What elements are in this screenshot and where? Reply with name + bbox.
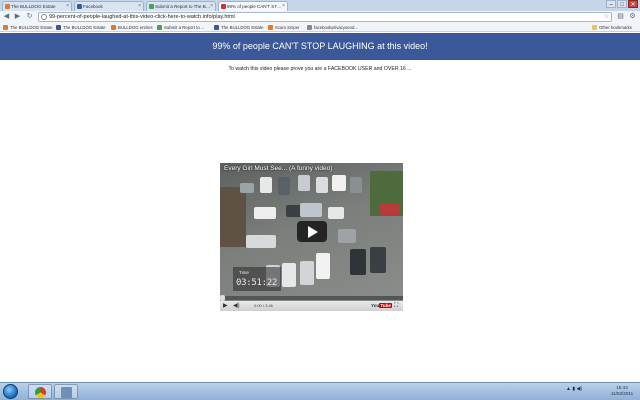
- bookmark-favicon-icon: [56, 25, 61, 30]
- tab-favicon-icon: [221, 4, 226, 9]
- youtube-logo[interactable]: YouTube: [371, 303, 392, 309]
- close-window-button[interactable]: ✕: [628, 0, 638, 8]
- bookmark-favicon-icon: [3, 25, 8, 30]
- fullscreen-icon[interactable]: ⛶: [394, 302, 398, 310]
- time-overlay-digits: 03:51:22: [236, 278, 277, 288]
- play-pause-icon[interactable]: ▶: [223, 302, 228, 310]
- youtube-logo-tube: Tube: [379, 303, 392, 308]
- reload-icon[interactable]: ↻: [25, 12, 34, 21]
- other-bookmarks[interactable]: Other bookmarks: [592, 24, 632, 31]
- video-controls: ▶ ◀) 0:00 / 3:46 YouTube ⛶: [220, 301, 403, 311]
- tab-favicon-icon: [5, 4, 10, 9]
- start-button[interactable]: [3, 384, 18, 399]
- tab-strip: The BULLDOG Estate × Facebook × Submit a…: [0, 0, 640, 11]
- wrench-menu-icon[interactable]: ⚙: [627, 12, 638, 22]
- bookmark-favicon-icon: [157, 25, 162, 30]
- address-bar[interactable]: 99-percent-of-people-laughed-at-this-vid…: [38, 12, 612, 22]
- window-controls: – □ ✕: [606, 0, 638, 10]
- maximize-button[interactable]: □: [617, 0, 627, 8]
- page-banner: 99% of people CAN'T STOP LAUGHING at thi…: [0, 33, 640, 60]
- other-bookmarks-label: Other bookmarks: [599, 25, 632, 30]
- taskbar-clock[interactable]: 15:43 11/02/2011: [606, 385, 638, 397]
- bookmarks-bar: The BULLDOG Estate The BULLDOG Estate BU…: [0, 23, 640, 32]
- bookmark-item[interactable]: Submit a Report to ...: [157, 24, 205, 31]
- taskbar-app[interactable]: [54, 384, 78, 399]
- taskbar-chrome[interactable]: [28, 384, 52, 399]
- bookmark-favicon-icon: [268, 25, 273, 30]
- bookmark-label: The BULLDOG Estate: [10, 25, 53, 30]
- address-text: 99-percent-of-people-laughed-at-this-vid…: [49, 14, 235, 20]
- close-tab-icon[interactable]: ×: [210, 2, 213, 11]
- tab-facebook[interactable]: Facebook ×: [74, 1, 144, 11]
- clock-date: 11/02/2011: [610, 391, 634, 396]
- video-progress-bar[interactable]: [220, 295, 403, 301]
- taskbar: ▲ ▮ ◀) 15:43 11/02/2011: [0, 382, 640, 400]
- bookmark-favicon-icon: [214, 25, 219, 30]
- tab-label: Submit a Report to The B…: [155, 4, 211, 9]
- bookmark-item[interactable]: The BULLDOG Estate: [56, 24, 106, 31]
- play-button[interactable]: [297, 221, 327, 242]
- play-icon: [308, 226, 318, 238]
- bookmark-item[interactable]: The BULLDOG Estate: [3, 24, 53, 31]
- tab-favicon-icon: [77, 4, 82, 9]
- bookmark-favicon-icon: [111, 25, 116, 30]
- tab-bulldog-estate[interactable]: The BULLDOG Estate ×: [2, 1, 72, 11]
- video-player[interactable]: Every Girl Must See... (A funny video) T…: [220, 163, 403, 311]
- tab-submit-report[interactable]: Submit a Report to The B… ×: [146, 1, 216, 11]
- bookmark-favicon-icon: [307, 25, 312, 30]
- bookmark-star-icon[interactable]: ☆: [604, 13, 609, 21]
- bookmark-label: The BULLDOG Estate: [221, 25, 264, 30]
- close-tab-icon[interactable]: ×: [282, 2, 285, 11]
- globe-icon: [41, 14, 47, 20]
- bookmark-label: Submit a Report to ...: [164, 25, 205, 30]
- chrome-icon: [35, 387, 46, 398]
- close-tab-icon[interactable]: ×: [138, 2, 141, 11]
- back-arrow-icon[interactable]: ◀: [2, 12, 11, 21]
- video-timecode: 0:00 / 3:46: [254, 303, 273, 308]
- bookmark-item[interactable]: Scam Sniper: [268, 24, 300, 31]
- video-title: Every Girl Must See... (A funny video): [224, 165, 333, 172]
- tab-scam-video[interactable]: 99% of people CAN'T ST… ×: [218, 1, 288, 11]
- bookmark-item[interactable]: The BULLDOG Estate: [214, 24, 264, 31]
- app-icon: [61, 387, 72, 398]
- bookmark-item[interactable]: BULLDOG entries: [111, 24, 153, 31]
- bookmark-label: BULLDOG entries: [118, 25, 153, 30]
- tab-favicon-icon: [149, 4, 154, 9]
- bookmark-label: facebookprivacysend...: [314, 25, 358, 30]
- tab-label: Facebook: [83, 4, 103, 9]
- close-tab-icon[interactable]: ×: [66, 2, 69, 11]
- tab-label: The BULLDOG Estate: [11, 4, 56, 9]
- time-overlay: Time 03:51:22: [233, 267, 281, 291]
- bookmark-item[interactable]: facebookprivacysend...: [307, 24, 358, 31]
- minimize-button[interactable]: –: [606, 0, 616, 8]
- folder-icon: [592, 25, 597, 30]
- video-thumbnail[interactable]: Every Girl Must See... (A funny video) T…: [220, 163, 403, 301]
- bookmark-label: Scam Sniper: [275, 25, 300, 30]
- tab-label: 99% of people CAN'T ST…: [227, 4, 282, 9]
- page-menu-icon[interactable]: ▤: [615, 12, 626, 22]
- bookmark-label: The BULLDOG Estate: [63, 25, 106, 30]
- tray-icons[interactable]: ▲ ▮ ◀): [566, 386, 582, 392]
- time-overlay-label: Time: [239, 270, 249, 275]
- volume-icon[interactable]: ◀): [233, 302, 240, 310]
- browser-toolbar: ◀ ▶ ↻ 99-percent-of-people-laughed-at-th…: [0, 11, 640, 23]
- verification-prompt: To watch this video please prove you are…: [228, 66, 412, 72]
- forward-arrow-icon[interactable]: ▶: [13, 12, 22, 21]
